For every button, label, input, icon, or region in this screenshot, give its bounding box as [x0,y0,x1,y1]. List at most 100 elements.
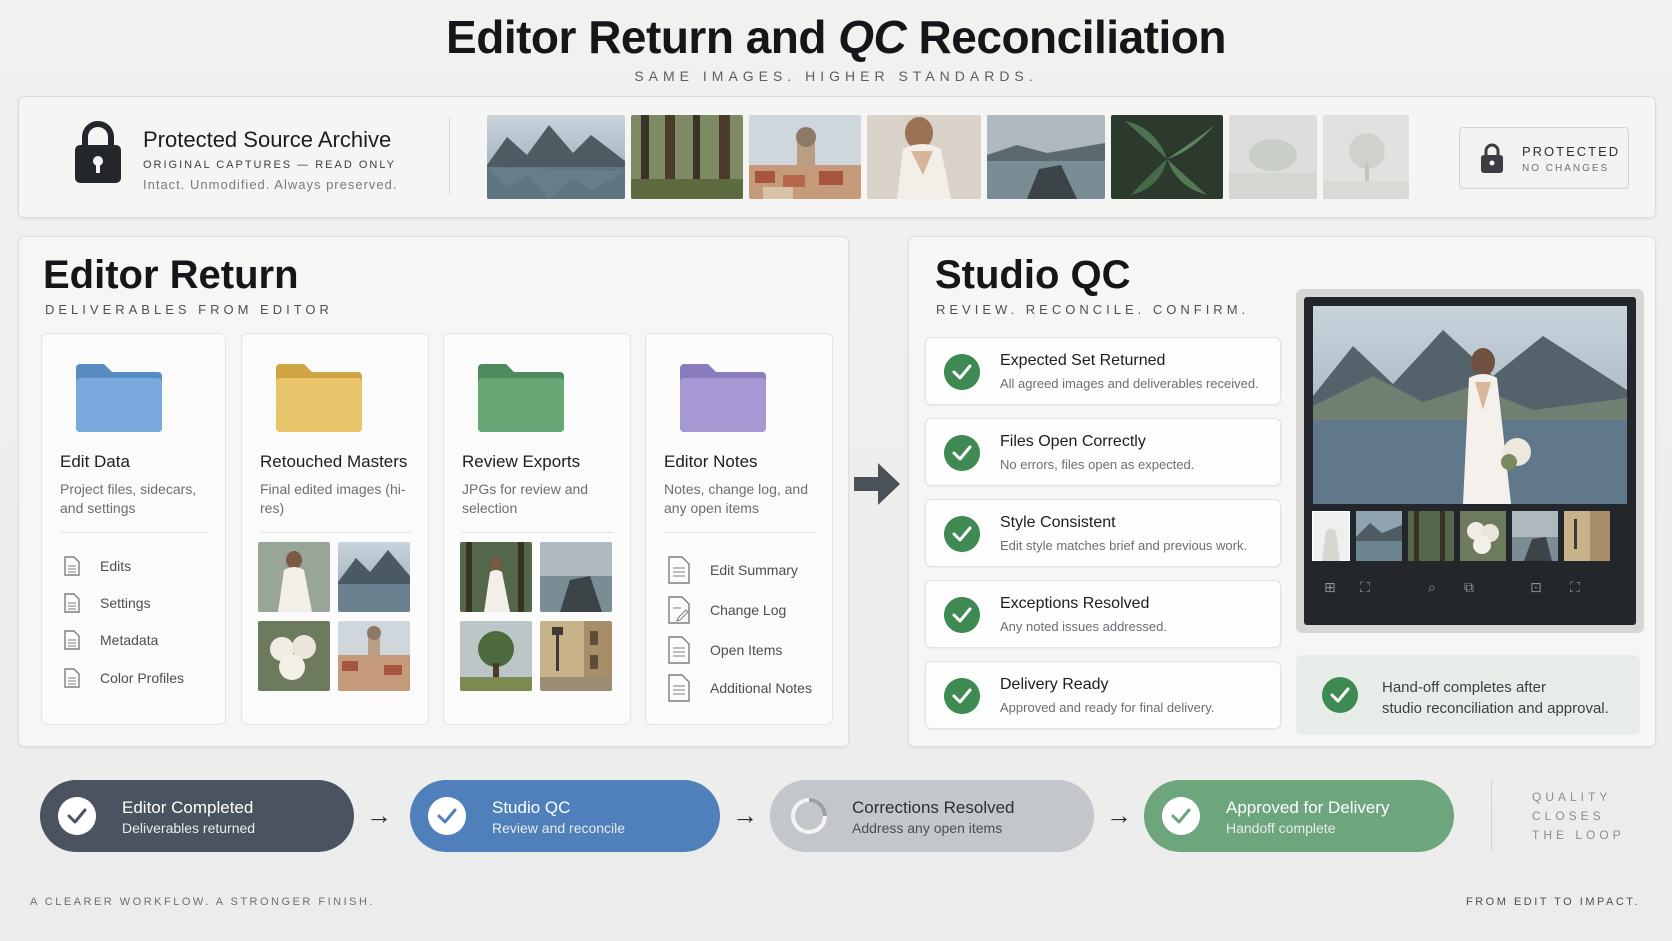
quality-loop-tagline: QUALITY CLOSES THE LOOP [1532,790,1625,842]
qc-check-item[interactable]: Expected Set Returned All agreed images … [925,337,1281,405]
page-title: Editor Return and QC Reconciliation [446,11,1226,63]
photo-bride-forest[interactable] [460,542,532,612]
protected-badge: PROTECTED NO CHANGES [1459,127,1629,189]
compare-icon[interactable]: ⧉ [1464,579,1474,596]
column-review-exports[interactable]: Review Exports JPGs for review and selec… [443,333,631,725]
filmstrip-thumb[interactable] [1512,511,1558,561]
column-description: Notes, change log, and any open items [664,481,808,516]
document-icon [64,668,80,688]
qc-check-item[interactable]: Style Consistent Edit style matches brie… [925,499,1281,567]
check-circle-icon [1322,677,1358,713]
step-subtitle: Review and reconcile [492,820,626,836]
list-item-label: Settings [100,595,151,611]
thumbnail-leaves[interactable] [1111,115,1223,199]
qc-check-title: Files Open Correctly [1000,433,1146,450]
fullscreen-icon[interactable]: ⛶ [1570,579,1580,596]
folder-icon [76,364,162,432]
step-subtitle: Deliverables returned [122,820,256,836]
preview-screen: ⊞ ⛶ ⌕ ⧉ ⊡ ⛶ [1304,297,1636,625]
qc-check-description: Edit style matches brief and previous wo… [1000,538,1248,553]
qc-check-title: Style Consistent [1000,514,1116,531]
filmstrip-thumb[interactable] [1460,511,1506,561]
thumbnail-forest[interactable] [631,115,743,199]
step-title: Studio QC [492,798,571,817]
list-item-label: Change Log [710,602,787,618]
check-circle-icon [944,354,980,390]
photo-bouquet[interactable] [258,621,330,691]
check-circle-icon [428,797,466,835]
check-circle-icon [944,435,980,471]
archive-note: Intact. Unmodified. Always preserved. [143,177,398,192]
divider [1491,780,1492,852]
step-studio-qc[interactable]: Studio QC Review and reconcile [410,780,720,852]
photo-coast[interactable] [540,542,612,612]
divider [260,532,412,533]
thumbnail-mountain-lake[interactable] [487,115,625,199]
focus-icon[interactable]: ⊡ [1530,579,1542,596]
photo-mountains[interactable] [338,542,410,612]
column-title: Retouched Masters [260,452,408,471]
studio-qc-subtitle: REVIEW. RECONCILE. CONFIRM. [936,302,1250,317]
thumbnail-faded-scene[interactable] [1229,115,1317,199]
filmstrip-thumb[interactable] [1312,511,1350,561]
handoff-note: Hand-off completes after studio reconcili… [1296,655,1640,735]
thumbnail-rocky-coast[interactable] [987,115,1105,199]
footer-tagline-left: A CLEARER WORKFLOW. A STRONGER FINISH. [30,896,375,908]
thumbnail-bride[interactable] [867,115,981,199]
zoom-icon[interactable]: ⌕ [1428,579,1436,596]
qc-check-item[interactable]: Exceptions Resolved Any noted issues add… [925,580,1281,648]
editor-return-title: Editor Return [43,253,299,297]
column-title: Editor Notes [664,452,758,471]
list-item-label: Edits [100,558,132,574]
list-item-label: Color Profiles [100,670,185,686]
document-icon [64,556,80,576]
divider [462,532,614,533]
list-item-label: Open Items [710,642,783,658]
photo-old-town[interactable] [338,621,410,691]
photo-street[interactable] [540,621,612,691]
qc-check-item[interactable]: Files Open Correctly No errors, files op… [925,418,1281,486]
step-editor-completed[interactable]: Editor Completed Deliverables returned [40,780,354,852]
footer-tagline-right: FROM EDIT TO IMPACT. [1466,896,1640,908]
filmstrip-thumb[interactable] [1356,511,1402,561]
source-archive-bar: Protected Source Archive ORIGINAL CAPTUR… [18,96,1656,218]
editor-return-panel: Editor Return DELIVERABLES FROM EDITOR E… [18,236,849,747]
qc-check-description: No errors, files open as expected. [1000,457,1195,472]
list-item-label: Edit Summary [710,562,798,578]
handoff-text: Hand-off completes after studio reconcili… [1382,679,1609,717]
protected-label: PROTECTED [1522,144,1621,159]
fit-screen-icon[interactable]: ⛶ [1360,579,1370,596]
qc-check-description: Any noted issues addressed. [1000,619,1167,634]
column-description: Project files, sidecars, and settings [60,481,197,516]
list-item-label: Additional Notes [710,680,812,696]
photo-bride[interactable] [258,542,330,612]
divider [60,532,209,533]
check-circle-icon [58,797,96,835]
no-changes-label: NO CHANGES [1522,163,1610,174]
step-approved-for-delivery[interactable]: Approved for Delivery Handoff complete [1144,780,1454,852]
filmstrip-thumb[interactable] [1564,511,1610,561]
lock-icon [1481,143,1503,173]
thumbnail-old-town[interactable] [749,115,861,199]
column-title: Review Exports [462,452,581,471]
step-corrections-resolved[interactable]: Corrections Resolved Address any open it… [770,780,1094,852]
column-editor-notes[interactable]: Editor Notes Notes, change log, and any … [645,333,833,725]
qc-check-title: Delivery Ready [1000,676,1109,693]
thumbnail-faded-tree[interactable] [1323,115,1409,199]
column-retouched-masters[interactable]: Retouched Masters Final edited images (h… [241,333,429,725]
step-subtitle: Handoff complete [1226,820,1336,836]
qc-check-item[interactable]: Delivery Ready Approved and ready for fi… [925,661,1281,729]
grid-view-icon[interactable]: ⊞ [1324,579,1336,596]
document-icon [668,636,690,664]
column-edit-data[interactable]: Edit Data Project files, sidecars, and s… [41,333,226,725]
arrow-right-icon [854,463,900,505]
photo-tree[interactable] [460,621,532,691]
filmstrip-thumb[interactable] [1408,511,1454,561]
arrow-right-icon: → [1106,800,1132,830]
qc-check-title: Exceptions Resolved [1000,595,1150,612]
preview-image[interactable] [1313,306,1627,504]
editor-return-subtitle: DELIVERABLES FROM EDITOR [45,302,333,317]
step-title: Editor Completed [122,798,254,817]
step-title: Approved for Delivery [1226,798,1390,817]
check-circle-icon [944,516,980,552]
